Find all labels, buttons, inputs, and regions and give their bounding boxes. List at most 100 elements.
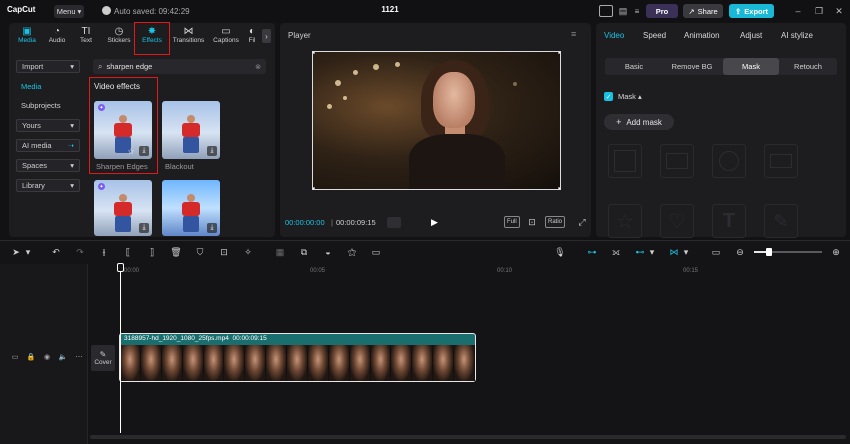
volume-icon[interactable]: 🔈 (58, 352, 68, 362)
mask-split-icon[interactable] (608, 144, 642, 178)
tab-text[interactable]: TI Text (71, 26, 101, 48)
effect-thumb-blackout[interactable]: ⤓ (162, 101, 220, 159)
waveform-icon[interactable] (387, 217, 401, 228)
mask-star-icon[interactable]: ☆ (608, 204, 642, 238)
tab-audio[interactable]: ◔ Audio (42, 26, 72, 48)
monitor-icon[interactable]: ▭ (710, 246, 722, 258)
more-icon[interactable]: ⋯ (74, 352, 84, 362)
favorite-star-icon[interactable]: ☆ (126, 146, 136, 156)
chevron-right-icon[interactable]: › (262, 29, 271, 43)
download-icon[interactable]: ⤓ (139, 146, 149, 156)
chevron-down-icon[interactable]: ▾ (648, 246, 656, 258)
download-icon[interactable]: ⤓ (207, 223, 217, 233)
resize-handle[interactable] (558, 187, 560, 189)
magic-icon[interactable]: ✧ (242, 246, 254, 258)
project-title[interactable]: 1121 (370, 5, 410, 14)
ratio-button[interactable]: Ratio (545, 216, 566, 228)
fullscreen-icon[interactable]: ⤢ (576, 216, 588, 228)
shield-icon[interactable]: ⛉ (194, 246, 206, 258)
split-right-icon[interactable]: ⟧ (146, 246, 158, 258)
mask-text-icon[interactable]: T (712, 204, 746, 238)
search-input[interactable] (106, 62, 252, 71)
playhead-handle[interactable] (117, 263, 124, 272)
preview-axis-icon[interactable]: ⊷ (634, 246, 646, 258)
redo-icon[interactable]: ↷ (74, 246, 86, 258)
link-icon[interactable]: ⊶ (586, 246, 598, 258)
subtab-retouch[interactable]: Retouch (781, 58, 835, 75)
mask-filmstrip-icon[interactable] (660, 144, 694, 178)
chevron-down-icon[interactable]: ▾ (682, 246, 690, 258)
chevron-down-icon[interactable]: ▾ (24, 246, 32, 258)
tab-transitions[interactable]: ⋈ Transitions (172, 26, 205, 48)
add-mask-button[interactable]: + Add mask (604, 114, 674, 130)
layout-icon[interactable] (599, 5, 613, 17)
sidebar-import[interactable]: Import ▾ (16, 60, 80, 73)
horizontal-scrollbar[interactable] (90, 435, 846, 439)
sidebar-ai-media[interactable]: AI media ➝ (16, 139, 80, 152)
subtab-mask[interactable]: Mask (723, 58, 779, 75)
image-icon[interactable]: ▦ (274, 246, 286, 258)
lock-icon[interactable]: 🔒 (26, 352, 36, 362)
sidebar-spaces[interactable]: Spaces ▾ (16, 159, 80, 172)
mask-heart-icon[interactable]: ♡ (660, 204, 694, 238)
subtab-basic[interactable]: Basic (607, 58, 661, 75)
crop-icon[interactable]: ⊡ (526, 216, 538, 228)
player-menu-icon[interactable]: ≡ (571, 29, 576, 39)
split-left-icon[interactable]: ⟦ (122, 246, 134, 258)
tab-filters[interactable]: ◐ Fil (245, 26, 259, 48)
tab-ai-stylize[interactable]: AI stylize (781, 31, 813, 40)
snap-icon[interactable]: ⟗ (610, 246, 622, 258)
caption-icon[interactable]: ▭ (370, 246, 382, 258)
freeze-icon[interactable]: ⧉ (298, 246, 310, 258)
subtab-remove-bg[interactable]: Remove BG (663, 58, 721, 75)
download-icon[interactable]: ⤓ (207, 146, 217, 156)
crop-icon[interactable]: ⊡ (218, 246, 230, 258)
sidebar-item-media[interactable]: Media (16, 80, 80, 93)
undo-icon[interactable]: ↶ (50, 246, 62, 258)
minimize-icon[interactable]: – (791, 4, 805, 18)
play-icon[interactable]: ▶ (431, 217, 438, 228)
mask-section-label[interactable]: Mask ▴ (618, 92, 642, 101)
full-button[interactable]: Full (504, 216, 520, 228)
zoom-out-icon[interactable]: ⊖ (734, 246, 746, 258)
magnet-icon[interactable]: ⋈ (668, 246, 680, 258)
share-button[interactable]: ↗ Share (683, 4, 723, 18)
tab-adjust[interactable]: Adjust (740, 31, 762, 40)
tab-stickers[interactable]: ◷ Stickers (104, 26, 134, 48)
playhead[interactable] (120, 263, 121, 433)
tab-captions[interactable]: ▭ Captions (210, 26, 242, 48)
sidebar-yours[interactable]: Yours ▾ (16, 119, 80, 132)
mask-checkbox[interactable]: ✓ (604, 92, 613, 101)
menu-button[interactable]: Menu ▾ (54, 5, 84, 18)
resize-handle[interactable] (558, 52, 560, 54)
resize-handle[interactable] (313, 187, 315, 189)
split-icon[interactable]: ⫲ (98, 246, 110, 258)
menu-icon[interactable]: ≡ (632, 4, 642, 18)
zoom-in-icon[interactable]: ⊕ (830, 246, 842, 258)
video-preview[interactable] (312, 51, 561, 190)
zoom-slider-handle[interactable] (766, 248, 772, 256)
sidebar-library[interactable]: Library ▾ (16, 179, 80, 192)
eye-icon[interactable]: ◉ (42, 352, 52, 362)
tab-media[interactable]: ▣ Media (12, 26, 42, 48)
effects-search[interactable]: ⌕ ⊗ (93, 59, 266, 74)
microphone-icon[interactable]: 🎙 (554, 246, 566, 258)
effect-thumb-sharpen-edges[interactable]: ✦ ☆ ⤓ (94, 101, 152, 159)
mask-pen-icon[interactable]: ✎ (764, 204, 798, 238)
effect-thumb-3[interactable]: ✦ ⤓ (94, 180, 152, 236)
sidebar-item-subprojects[interactable]: Subprojects (16, 99, 80, 112)
clear-icon[interactable]: ⊗ (255, 63, 261, 71)
tab-speed[interactable]: Speed (643, 31, 666, 40)
tab-animation[interactable]: Animation (684, 31, 720, 40)
mask-circle-icon[interactable] (712, 144, 746, 178)
cover-button[interactable]: ✎ Cover (91, 345, 115, 371)
speed-icon[interactable]: ◒ (322, 246, 334, 258)
wand-icon[interactable]: ⚝ (346, 246, 358, 258)
download-icon[interactable]: ⤓ (139, 223, 149, 233)
tab-video[interactable]: Video (604, 31, 624, 40)
select-cursor-icon[interactable]: ➤ (10, 246, 22, 258)
close-icon[interactable]: ✕ (832, 4, 846, 18)
resize-handle[interactable] (313, 52, 315, 54)
effect-thumb-4[interactable]: ⤓ (162, 180, 220, 236)
export-button[interactable]: ⇪ Export (729, 4, 774, 18)
